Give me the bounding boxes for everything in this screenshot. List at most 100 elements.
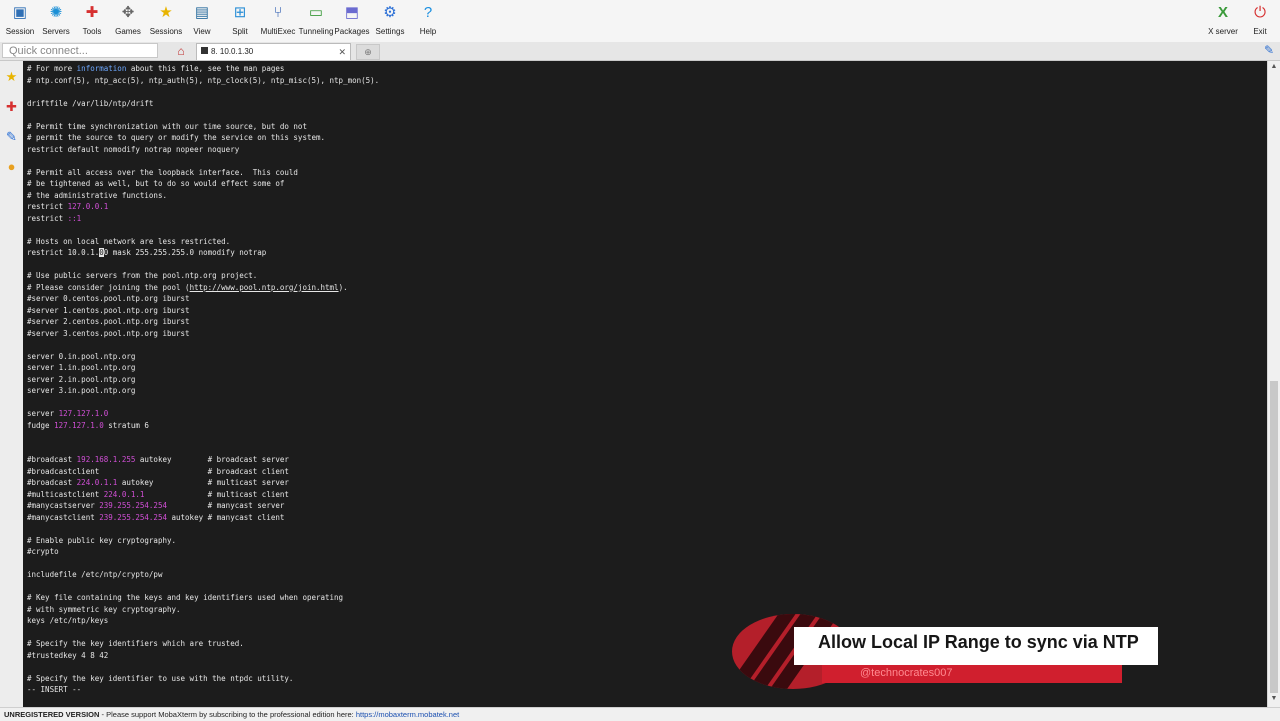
terminal-text-span: # multicast client	[144, 489, 289, 499]
terminal-line: driftfile /var/lib/ntp/drift	[27, 98, 379, 110]
terminal-text-span: # Please consider joining the pool (	[27, 282, 190, 292]
session-tab[interactable]: 8. 10.0.1.30 ✕	[196, 43, 351, 60]
terminal-line: # permit the source to query or modify t…	[27, 132, 379, 144]
terminal-tab-icon	[201, 47, 208, 54]
exit-button[interactable]: ⏻ Exit	[1238, 3, 1280, 41]
mobaxterm-link[interactable]: https://mobaxterm.mobatek.net	[356, 710, 459, 719]
terminal-text-span: 224.0.1.1	[76, 478, 118, 487]
favorites-star-icon[interactable]: ★	[4, 69, 19, 84]
terminal-line: includefile /etc/ntp/crypto/pw	[27, 569, 379, 581]
terminal-line: # Please consider joining the pool (http…	[27, 282, 379, 294]
close-tab-icon[interactable]: ✕	[338, 44, 346, 60]
help-icon: ?	[423, 4, 433, 21]
terminal-text-span: ::1	[67, 213, 82, 223]
home-tab-icon[interactable]: ⌂	[170, 43, 192, 59]
terminal-text-span: # For more	[27, 64, 77, 73]
terminal-text-span: includefile /etc/ntp/crypto/pw	[27, 570, 163, 579]
terminal-text-span: #server 0.centos.pool.ntp.org iburst	[27, 294, 190, 303]
terminal-line: restrict 10.0.1.00 mask 255.255.255.0 no…	[27, 247, 379, 259]
terminal-text-span: #server 2.centos.pool.ntp.org iburst	[27, 317, 190, 326]
toolbar-button-label: Split	[232, 27, 248, 36]
terminal-line: -- INSERT --	[27, 684, 379, 696]
toolbar-button-label: View	[193, 27, 211, 36]
terminal-window[interactable]: # For more information about this file, …	[23, 61, 1267, 707]
terminal-text-span: 127.127.1.0	[54, 420, 104, 430]
games-icon: ✥	[121, 4, 135, 21]
terminal-line: server 0.in.pool.ntp.org	[27, 351, 379, 363]
toolbar-button-label: Tunneling	[298, 27, 334, 36]
terminal-text-span: # with symmetric key cryptography.	[27, 604, 181, 614]
terminal-text-span: 127.0.0.1	[67, 202, 109, 211]
terminal-text-span: 239.255.254.254	[99, 512, 167, 522]
terminal-line: # Key file containing the keys and key i…	[27, 592, 379, 604]
terminal-line: restrict 127.0.0.1	[27, 201, 379, 213]
terminal-line: # the administrative functions.	[27, 190, 379, 202]
terminal-text-span: restrict default nomodify notrap nopeer …	[27, 144, 240, 154]
status-text: - Please support MobaXterm by subscribin…	[99, 710, 356, 719]
terminal-text-span: server 3.in.pool.ntp.org	[27, 386, 136, 395]
terminal-text-span: about this file, see the man pages	[126, 64, 285, 73]
toolbar-button-label: Session	[5, 27, 35, 36]
toolbar-button-label: Games	[115, 27, 141, 36]
toolbar-help-button[interactable]: ? Help	[406, 3, 450, 41]
sftp-icon[interactable]: ●	[4, 159, 19, 174]
terminal-scrollbar[interactable]: ▲ ▼	[1267, 61, 1280, 707]
tab-bar: Quick connect... ⌂ 8. 10.0.1.30 ✕ ⊕ ✎	[0, 42, 1280, 61]
terminal-line: #crypto	[27, 546, 379, 558]
terminal-text-span: #server 1.centos.pool.ntp.org iburst	[27, 305, 190, 315]
terminal-line: server 2.in.pool.ntp.org	[27, 374, 379, 386]
scroll-thumb[interactable]	[1270, 381, 1278, 693]
toolbar-button-label: Settings	[375, 27, 405, 36]
session-tab-label: 8. 10.0.1.30	[211, 47, 254, 56]
terminal-text-span: driftfile /var/lib/ntp/drift	[27, 98, 154, 108]
terminal-line: server 127.127.1.0	[27, 408, 379, 420]
terminal-text-span: 127.127.1.0	[58, 409, 109, 418]
terminal-text-span: server 2.in.pool.ntp.org	[27, 374, 136, 384]
terminal-text-span: -- INSERT --	[27, 685, 82, 694]
terminal-text: # For more information about this file, …	[27, 63, 379, 696]
terminal-line: #broadcast 192.168.1.255 autokey # broad…	[27, 454, 379, 466]
terminal-text-span: # manycast server	[166, 501, 285, 510]
toolbar-button-label: Sessions	[149, 27, 183, 36]
terminal-text-span: # Key file containing the keys and key i…	[27, 593, 344, 602]
quick-connect-input[interactable]: Quick connect...	[2, 43, 158, 58]
toolbar-button-label: Help	[419, 27, 437, 36]
terminal-line: # Hosts on local network are less restri…	[27, 236, 379, 248]
scroll-up-icon[interactable]: ▲	[1270, 63, 1278, 70]
power-icon: ⏻	[1254, 4, 1266, 21]
session-icon: ▣	[12, 4, 28, 21]
attach-icon[interactable]: ✎	[1264, 43, 1274, 57]
terminal-text-span: server 0.in.pool.ntp.org	[27, 351, 136, 361]
new-tab-button[interactable]: ⊕	[356, 44, 380, 60]
macros-icon[interactable]: ✎	[4, 129, 19, 144]
tools-icon[interactable]: ✚	[4, 99, 19, 114]
terminal-text-span: # Use public servers from the pool.ntp.o…	[27, 271, 258, 280]
terminal-line: fudge 127.127.1.0 stratum 6	[27, 420, 379, 432]
terminal-text-span: # the administrative functions.	[27, 190, 167, 200]
terminal-text-span: # Permit time synchronization with our t…	[27, 121, 307, 131]
terminal-line: #server 3.centos.pool.ntp.org iburst	[27, 328, 379, 340]
toolbar-button-label: MultiExec	[260, 27, 296, 36]
scroll-down-icon[interactable]: ▼	[1270, 695, 1278, 702]
terminal-text-span: # Permit all access over the loopback in…	[27, 167, 298, 177]
terminal-text-span: # permit the source to query or modify t…	[27, 133, 326, 142]
terminal-text-span: server 1.in.pool.ntp.org	[27, 363, 136, 372]
terminal-line: restrict default nomodify notrap nopeer …	[27, 144, 379, 156]
terminal-line: # Permit time synchronization with our t…	[27, 121, 379, 133]
toolbar-button-label: Packages	[334, 27, 370, 36]
terminal-link[interactable]: http://www.pool.ntp.org/join.html	[190, 283, 339, 292]
terminal-text-span: stratum 6	[103, 420, 149, 430]
left-sidebar: ★ ✚ ✎ ●	[0, 61, 24, 707]
terminal-text-span: restrict	[27, 213, 68, 223]
terminal-line: #manycastclient 239.255.254.254 autokey …	[27, 512, 379, 524]
unregistered-label: UNREGISTERED VERSION	[4, 710, 100, 719]
terminal-text-span: 192.168.1.255	[76, 455, 136, 464]
main-toolbar: ▣ Session ✺ Servers ✚ Tools ✥ Games ★ Sessions ▤ Vi…	[0, 0, 1280, 43]
servers-icon: ✺	[49, 4, 63, 21]
terminal-text-span: fudge	[27, 420, 55, 430]
